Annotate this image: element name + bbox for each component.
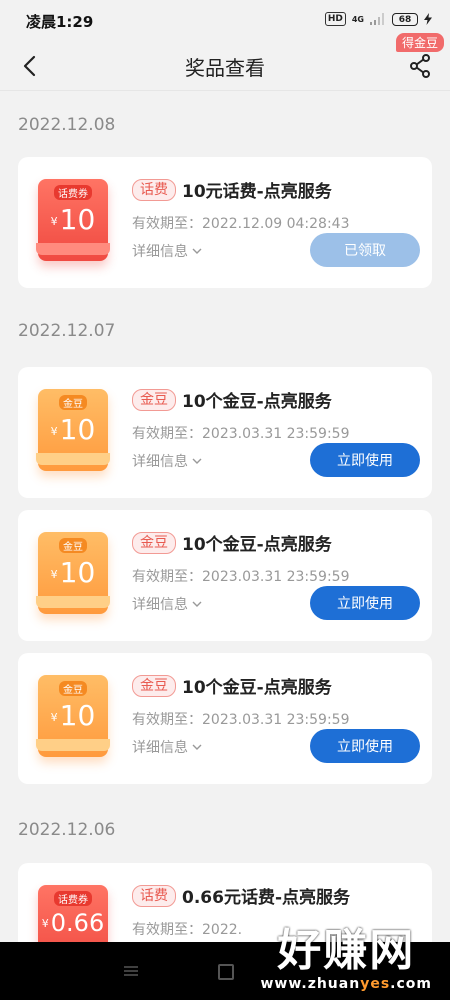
coupon-tag: 金豆 — [59, 681, 87, 696]
page-title: 奖品查看 — [185, 56, 265, 80]
prize-name: 10个金豆-点亮服务 — [182, 535, 332, 555]
prize-card: 金豆 ¥10 金豆 10个金豆-点亮服务 有效期至：2023.03.31 23:… — [18, 510, 432, 641]
coupon-foot — [36, 739, 110, 751]
use-now-button[interactable]: 立即使用 — [310, 443, 420, 477]
gold-bean-badge[interactable]: 得金豆 — [395, 33, 444, 52]
nav-bar: 奖品查看 得金豆 — [0, 33, 450, 91]
home-icon[interactable] — [218, 964, 234, 980]
charging-icon — [424, 13, 432, 25]
prize-title-row: 金豆 10个金豆-点亮服务 — [132, 673, 332, 698]
prize-card: 金豆 ¥10 金豆 10个金豆-点亮服务 有效期至：2023.03.31 23:… — [18, 367, 432, 498]
prize-title-row: 金豆 10个金豆-点亮服务 — [132, 387, 332, 412]
prize-name: 10个金豆-点亮服务 — [182, 678, 332, 698]
detail-toggle[interactable]: 详细信息 — [132, 594, 202, 614]
expiry-text: 有效期至：2022.12.09 04:28:43 — [132, 216, 350, 232]
coupon-value: ¥10 — [38, 413, 108, 446]
currency-symbol: ¥ — [50, 568, 58, 581]
watermark-title: 好赚网 — [277, 925, 416, 976]
hd-icon: HD — [324, 12, 346, 26]
date-header: 2022.12.06 — [18, 820, 116, 840]
category-tag: 话费 — [132, 178, 176, 201]
network-type: 4G — [351, 14, 364, 24]
chevron-down-icon — [192, 458, 202, 464]
detail-label: 详细信息 — [132, 454, 188, 470]
chevron-down-icon — [192, 601, 202, 607]
coupon-image: 金豆 ¥10 — [36, 532, 110, 614]
currency-symbol: ¥ — [41, 917, 49, 930]
coupon-tag: 话费券 — [54, 891, 92, 906]
claimed-button[interactable]: 已领取 — [310, 233, 420, 267]
status-icons: HD 4G 68 — [324, 12, 432, 26]
coupon-tag: 金豆 — [59, 538, 87, 553]
detail-label: 详细信息 — [132, 597, 188, 613]
watermark-logo: 好赚网 www.zhuanyes.com — [260, 925, 432, 993]
watermark-url: www.zhuanyes.com — [260, 976, 432, 992]
date-header: 2022.12.07 — [18, 321, 116, 341]
coupon-amount: 10 — [59, 699, 96, 732]
coupon-amount: 0.66 — [50, 909, 105, 937]
expiry-text: 有效期至：2023.03.31 23:59:59 — [132, 569, 350, 585]
status-time: 凌晨1:29 — [26, 13, 94, 31]
coupon-value: ¥10 — [38, 556, 108, 589]
prize-name: 10个金豆-点亮服务 — [182, 392, 332, 412]
coupon-image: 金豆 ¥10 — [36, 675, 110, 757]
detail-toggle[interactable]: 详细信息 — [132, 451, 202, 471]
prize-title-row: 金豆 10个金豆-点亮服务 — [132, 530, 332, 555]
share-button[interactable] — [404, 50, 436, 82]
use-now-button[interactable]: 立即使用 — [310, 729, 420, 763]
coupon-foot — [36, 596, 110, 608]
chevron-down-icon — [192, 248, 202, 254]
prize-card: 金豆 ¥10 金豆 10个金豆-点亮服务 有效期至：2023.03.31 23:… — [18, 653, 432, 784]
detail-label: 详细信息 — [132, 244, 188, 260]
prize-name: 0.66元话费-点亮服务 — [182, 888, 350, 908]
prize-title-row: 话费 0.66元话费-点亮服务 — [132, 883, 350, 908]
coupon-value: ¥10 — [38, 699, 108, 732]
expiry-text: 有效期至：2023.03.31 23:59:59 — [132, 712, 350, 728]
menu-icon[interactable] — [124, 966, 138, 976]
coupon-value: ¥0.66 — [38, 909, 108, 937]
date-header: 2022.12.08 — [18, 115, 116, 135]
use-now-button[interactable]: 立即使用 — [310, 586, 420, 620]
prize-title-row: 话费 10元话费-点亮服务 — [132, 177, 332, 202]
category-tag: 金豆 — [132, 674, 176, 697]
currency-symbol: ¥ — [50, 215, 58, 228]
detail-toggle[interactable]: 详细信息 — [132, 737, 202, 757]
currency-symbol: ¥ — [50, 425, 58, 438]
battery-icon: 68 — [392, 12, 418, 26]
category-tag: 金豆 — [132, 388, 176, 411]
detail-label: 详细信息 — [132, 740, 188, 756]
system-nav-bar: 好赚网 www.zhuanyes.com — [0, 926, 450, 1000]
coupon-value: ¥10 — [38, 203, 108, 236]
share-icon — [410, 54, 430, 78]
expiry-text: 有效期至：2023.03.31 23:59:59 — [132, 426, 350, 442]
coupon-image: 话费券 ¥10 — [36, 179, 110, 261]
coupon-image: 金豆 ¥10 — [36, 389, 110, 471]
expiry-text: 有效期至：2022. — [132, 922, 243, 938]
coupon-amount: 10 — [59, 556, 96, 589]
coupon-amount: 10 — [59, 203, 96, 236]
coupon-foot — [36, 453, 110, 465]
coupon-foot — [36, 243, 110, 255]
signal-icon — [370, 13, 384, 25]
status-bar: 凌晨1:29 HD 4G 68 — [0, 0, 450, 42]
coupon-amount: 10 — [59, 413, 96, 446]
prize-list: 2022.12.08 话费券 ¥10 话费 10元话费-点亮服务 有效期至：20… — [0, 91, 450, 942]
prize-name: 10元话费-点亮服务 — [182, 182, 332, 202]
chevron-down-icon — [192, 744, 202, 750]
category-tag: 金豆 — [132, 531, 176, 554]
coupon-tag: 金豆 — [59, 395, 87, 410]
coupon-tag: 话费券 — [54, 185, 92, 200]
detail-toggle[interactable]: 详细信息 — [132, 241, 202, 261]
coupon-image: 话费券 ¥0.66 — [38, 885, 108, 942]
prize-card: 话费券 ¥10 话费 10元话费-点亮服务 有效期至：2022.12.09 04… — [18, 157, 432, 288]
category-tag: 话费 — [132, 884, 176, 907]
currency-symbol: ¥ — [50, 711, 58, 724]
